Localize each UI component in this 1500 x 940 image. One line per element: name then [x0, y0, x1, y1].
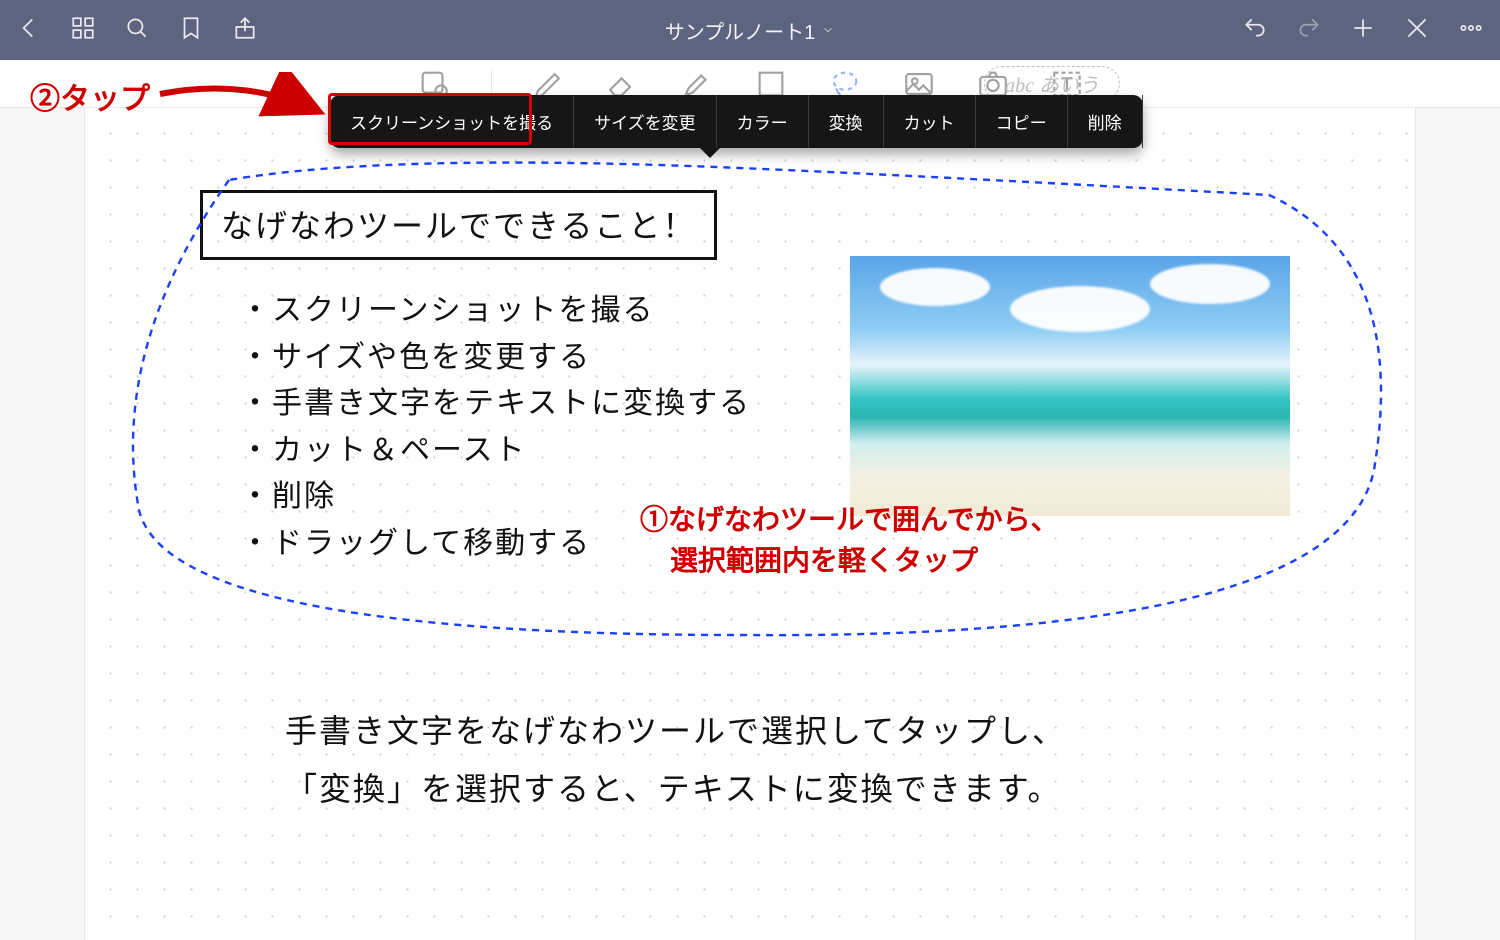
menu-copy[interactable]: コピー — [976, 95, 1068, 148]
document-title: サンプルノート1 — [665, 16, 816, 45]
chevron-down-icon — [821, 23, 835, 37]
menu-convert[interactable]: 変換 — [809, 95, 884, 148]
annotation-step1-line: ①なげなわツールで囲んでから、 — [640, 500, 1059, 541]
document-title-button[interactable]: サンプルノート1 — [258, 16, 1242, 45]
more-icon[interactable] — [1458, 15, 1484, 46]
para-line: 「変換」を選択すると、テキストに変換できます。 — [285, 761, 1066, 819]
para-line: 手書き文字をなげなわツールで選択してタップし、 — [285, 703, 1066, 761]
menu-delete[interactable]: 削除 — [1068, 95, 1143, 148]
app-topbar: サンプルノート1 — [0, 0, 1500, 60]
back-icon[interactable] — [16, 15, 42, 46]
toolbar-divider — [491, 69, 492, 99]
stylus-off-icon[interactable] — [1404, 15, 1430, 46]
annotation-step1-label: ①なげなわツールで囲んでから、 選択範囲内を軽くタップ — [640, 500, 1059, 581]
annotation-step2-label: ②タップ — [30, 74, 150, 118]
annotation-arrow — [155, 72, 335, 132]
note-paragraph: 手書き文字をなげなわツールで選択してタップし、 「変換」を選択すると、テキストに… — [285, 703, 1066, 818]
menu-screenshot[interactable]: スクリーンショットを撮る — [330, 95, 574, 148]
undo-icon[interactable] — [1242, 15, 1268, 46]
grid-view-icon[interactable] — [70, 15, 96, 46]
redo-icon[interactable] — [1296, 15, 1322, 46]
menu-resize[interactable]: サイズを変更 — [574, 95, 717, 148]
share-icon[interactable] — [232, 15, 258, 46]
menu-color[interactable]: カラー — [717, 95, 809, 148]
menu-cut[interactable]: カット — [884, 95, 976, 148]
search-icon[interactable] — [124, 15, 150, 46]
add-icon[interactable] — [1350, 15, 1376, 46]
selection-context-menu: スクリーンショットを撮る サイズを変更 カラー 変換 カット コピー 削除 — [330, 95, 1143, 148]
bookmark-icon[interactable] — [178, 15, 204, 46]
menu-pointer — [700, 148, 720, 158]
annotation-step1-line: 選択範囲内を軽くタップ — [640, 541, 1059, 582]
